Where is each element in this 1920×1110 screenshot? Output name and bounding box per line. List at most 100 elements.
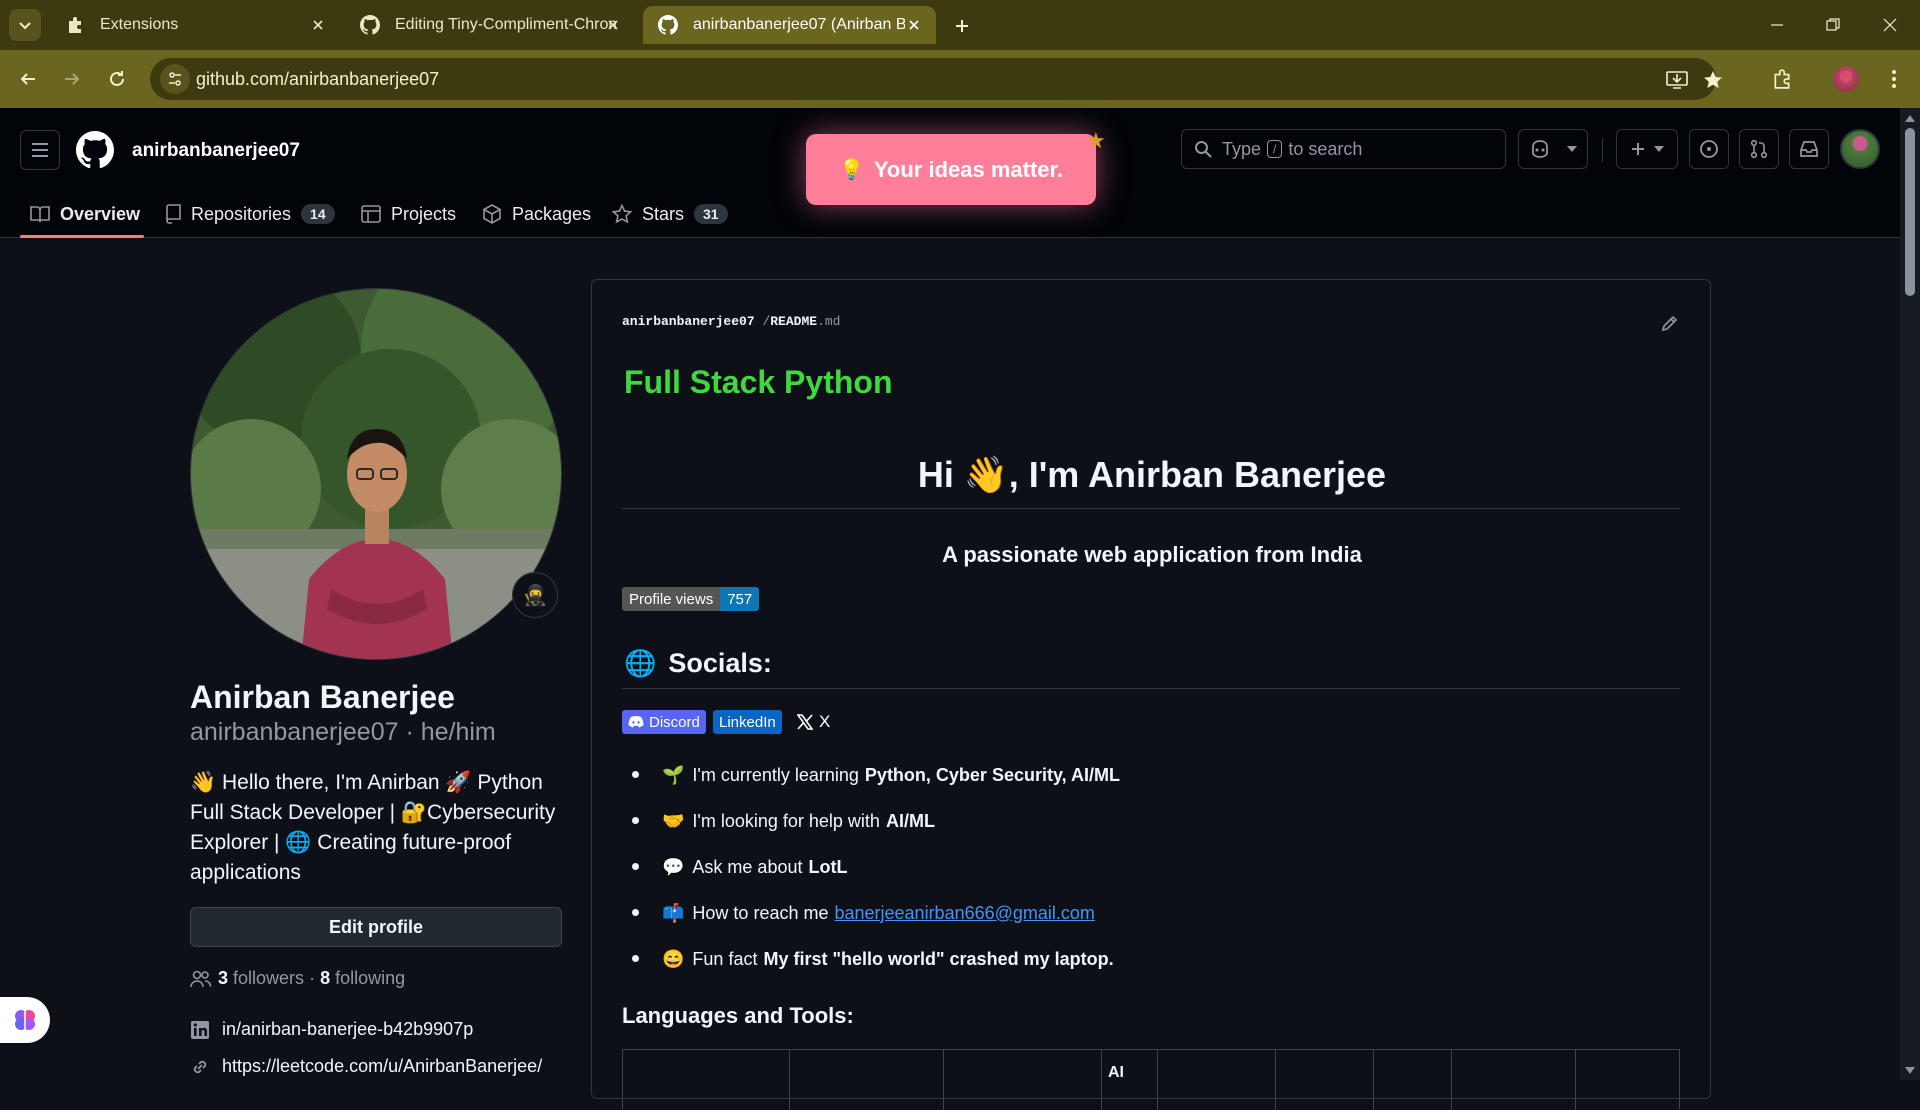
toast-text: Your ideas matter. xyxy=(873,156,1063,182)
address-bar[interactable]: github.com/anirbanbanerjee07 xyxy=(150,58,1722,100)
extensions-button[interactable] xyxy=(1766,63,1798,95)
menu-button[interactable] xyxy=(20,130,60,170)
x-badge[interactable]: X xyxy=(791,710,836,734)
close-window-button[interactable] xyxy=(1875,10,1905,40)
discord-badge-label: Discord xyxy=(649,713,700,731)
extension-floating-button[interactable] xyxy=(0,997,50,1043)
search-shortcut-key: / xyxy=(1267,140,1283,158)
set-status-button[interactable]: 🥷 xyxy=(512,572,558,618)
sparkle-star-icon: ★ xyxy=(1086,128,1106,153)
email-link[interactable]: banerjeeanirban666@gmail.com xyxy=(834,903,1094,924)
profile-photo[interactable] xyxy=(190,288,562,660)
browser-menu-button[interactable] xyxy=(1878,63,1910,95)
browser-toolbar: github.com/anirbanbanerjee07 xyxy=(0,50,1920,108)
globe-icon: 🌐 xyxy=(624,648,657,678)
tab-overview[interactable]: Overview xyxy=(30,190,140,238)
scrollbar-thumb[interactable] xyxy=(1905,128,1915,296)
followers-link[interactable]: 3 followers xyxy=(218,968,304,989)
star-icon xyxy=(612,204,632,224)
tab-stars[interactable]: Stars 31 xyxy=(612,190,728,238)
user-avatar[interactable] xyxy=(1840,129,1880,169)
close-icon[interactable] xyxy=(603,15,623,35)
website-link-row[interactable]: https://leetcode.com/u/AnirbanBanerjee/ xyxy=(190,1056,542,1077)
follow-separator: · xyxy=(309,968,316,988)
table-icon xyxy=(361,205,381,223)
triangle-down-icon xyxy=(1567,146,1577,152)
table-cell-divider xyxy=(1101,1050,1102,1110)
socials-heading-text: Socials: xyxy=(668,648,772,678)
about-list: 🌱 I'm currently learning Python, Cyber S… xyxy=(632,752,1120,982)
tab-extensions[interactable]: Extensions xyxy=(50,6,340,44)
install-icon xyxy=(1666,71,1688,89)
x-logo-icon xyxy=(797,714,813,730)
brain-icon xyxy=(15,1010,35,1030)
edit-readme-button[interactable] xyxy=(1660,313,1680,333)
profile-login-pronouns: anirbanbanerjee07 · he/him xyxy=(190,718,496,746)
puzzle-icon xyxy=(64,14,86,36)
search-input[interactable]: Type / to search xyxy=(1181,129,1506,169)
list-item-text: I'm looking for help with xyxy=(692,810,880,831)
following-count: 8 xyxy=(320,968,331,988)
x-badge-label: X xyxy=(819,712,831,731)
copilot-button[interactable] xyxy=(1518,129,1588,169)
readme-path: anirbanbanerjee07 /README.md xyxy=(622,314,840,329)
profile-menu-button[interactable] xyxy=(1830,63,1862,95)
handshake-icon: 🤝 xyxy=(662,810,685,831)
mailbox-icon: 📫 xyxy=(662,902,685,923)
pull-requests-button[interactable] xyxy=(1739,129,1779,169)
vertical-scrollbar[interactable] xyxy=(1900,108,1920,1080)
tab-label: Repositories xyxy=(191,203,292,224)
site-info-button[interactable] xyxy=(160,64,190,94)
scroll-down-arrow[interactable] xyxy=(1904,1064,1916,1076)
tools-table: AI xyxy=(622,1049,1680,1110)
close-icon[interactable] xyxy=(904,15,924,35)
close-icon[interactable] xyxy=(308,15,328,35)
github-logo-icon[interactable] xyxy=(76,131,114,169)
search-placeholder-prefix: Type xyxy=(1222,138,1262,159)
discord-badge[interactable]: Discord xyxy=(622,710,706,734)
package-icon xyxy=(483,204,501,224)
forward-button[interactable] xyxy=(56,63,88,95)
readme-path-owner[interactable]: anirbanbanerjee07 xyxy=(622,314,755,329)
inbox-button[interactable] xyxy=(1789,129,1829,169)
tab-packages[interactable]: Packages xyxy=(482,190,591,238)
linkedin-link-row[interactable]: in/anirban-banerjee-b42b9907p xyxy=(190,1019,473,1040)
new-tab-button[interactable] xyxy=(948,12,976,40)
tab-label: Overview xyxy=(60,203,141,224)
back-button[interactable] xyxy=(12,63,44,95)
edit-profile-button[interactable]: Edit profile xyxy=(190,907,562,947)
website-link-text: https://leetcode.com/u/AnirbanBanerjee/ xyxy=(222,1056,543,1076)
list-item-bold: Python, Cyber Security, AI/ML xyxy=(864,764,1120,785)
puzzle-icon xyxy=(1774,69,1790,89)
install-app-button[interactable] xyxy=(1664,67,1690,93)
bookmark-button[interactable] xyxy=(1700,67,1726,93)
table-cell-divider xyxy=(1275,1050,1276,1110)
list-item-bold: LotL xyxy=(808,856,848,877)
minimize-button[interactable] xyxy=(1762,10,1792,40)
following-label: following xyxy=(335,968,406,988)
following-link[interactable]: 8 following xyxy=(320,968,405,989)
readme-path-file[interactable]: README xyxy=(770,314,817,329)
header-username-link[interactable]: anirbanbanerjee07 xyxy=(132,140,300,162)
readme-title: Full Stack Python xyxy=(624,364,893,400)
tab-list-button[interactable] xyxy=(9,9,41,41)
tab-repositories[interactable]: Repositories 14 xyxy=(165,190,335,238)
issues-button[interactable] xyxy=(1689,129,1729,169)
active-tab-indicator xyxy=(20,235,144,238)
list-item: 😄 Fun fact My first "hello world" crashe… xyxy=(632,936,1120,982)
seedling-icon: 🌱 xyxy=(662,764,685,785)
copilot-icon xyxy=(1532,140,1548,158)
linkedin-link-text: in/anirban-banerjee-b42b9907p xyxy=(222,1019,474,1039)
scroll-up-arrow[interactable] xyxy=(1904,112,1916,124)
tab-editing[interactable]: Editing Tiny-Compliment-Chrome xyxy=(345,6,635,44)
tab-profile[interactable]: anirbanbanerjee07 (Anirban Banerjee) xyxy=(643,6,936,44)
arrow-left-icon xyxy=(20,73,35,85)
plus-icon xyxy=(956,20,968,32)
linkedin-icon xyxy=(191,1020,209,1039)
restore-button[interactable] xyxy=(1818,10,1848,40)
tab-projects[interactable]: Projects xyxy=(361,190,456,238)
linkedin-badge[interactable]: LinkedIn xyxy=(713,710,782,734)
compliment-toast: 💡 Your ideas matter. xyxy=(806,134,1096,205)
create-new-button[interactable] xyxy=(1616,129,1678,169)
reload-button[interactable] xyxy=(101,63,133,95)
